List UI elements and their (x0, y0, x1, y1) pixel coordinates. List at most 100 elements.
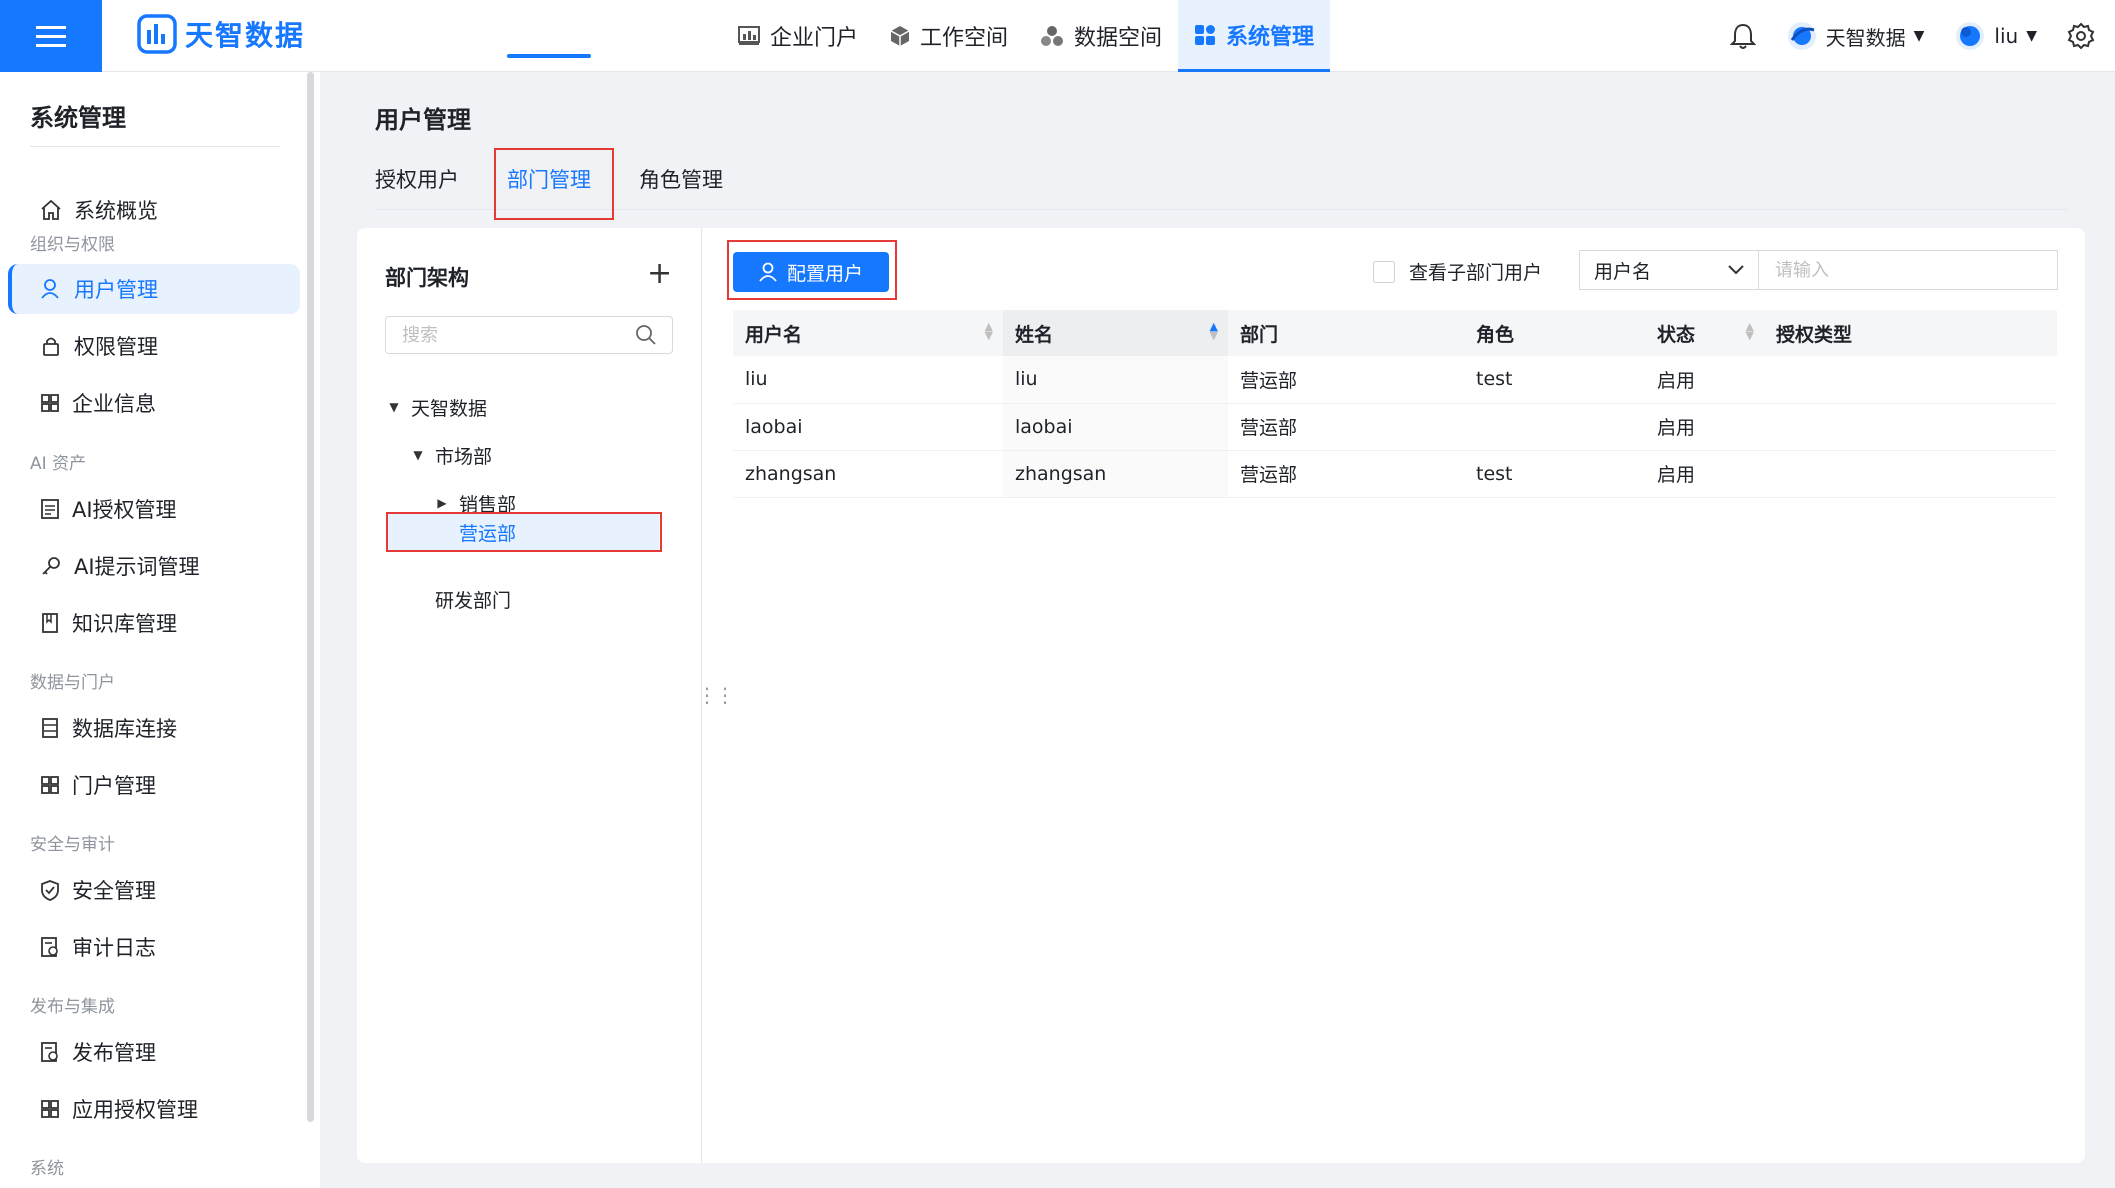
tab-authorized-users[interactable]: 授权用户 (375, 164, 459, 194)
sidebar-item-label: 企业信息 (72, 392, 156, 416)
tree-title: 部门架构 (385, 266, 469, 290)
cell-username: liu (733, 356, 1003, 404)
sidebar-item-overview[interactable]: 系统概览 (8, 185, 300, 235)
org-switcher[interactable]: 天智数据 ▼ (1786, 20, 1924, 52)
sidebar-item-ai-prompt[interactable]: AI提示词管理 (8, 541, 300, 591)
page-title: 用户管理 (375, 106, 471, 134)
tree-search-input[interactable] (385, 316, 673, 354)
table-row[interactable]: laobai laobai 营运部 启用 (733, 403, 2057, 451)
hamburger-icon (36, 26, 66, 47)
cube-icon (890, 26, 910, 46)
user-name: liu (1994, 24, 2019, 48)
org-name: 天智数据 (1825, 25, 1906, 50)
sidebar-item-app-auth[interactable]: 应用授权管理 (8, 1084, 300, 1134)
book-icon (42, 613, 58, 633)
cell-auth-type (1764, 450, 2057, 498)
sidebar-item-db-connection[interactable]: 数据库连接 (8, 703, 300, 753)
filter-value-input[interactable] (1758, 250, 2058, 290)
cell-role (1464, 403, 1645, 451)
highlight-box-tree-node (386, 512, 662, 552)
sidebar-item-audit-log[interactable]: 审计日志 (8, 922, 300, 972)
menu-toggle-button[interactable] (0, 0, 102, 72)
filter-field-select[interactable]: 用户名 (1579, 250, 1759, 290)
column-header-username[interactable]: 用户名 ▲ ▼ (733, 310, 1003, 356)
sidebar-group-label: AI 资产 (30, 454, 87, 474)
caret-down-icon: ▼ (2026, 28, 2037, 44)
sub-department-checkbox[interactable] (1373, 260, 1395, 283)
department-tree-pane: 部门架构 + ▼ 天智数据 ▼ 市场部 ▶ 销售部 营运部 研发部门 ⋮⋮ (357, 228, 735, 1163)
caret-expanded-icon[interactable]: ▼ (411, 448, 425, 462)
sidebar-item-permission[interactable]: 权限管理 (8, 321, 300, 371)
bell-icon[interactable] (1729, 22, 1756, 50)
sidebar-item-label: 审计日志 (72, 936, 156, 960)
database-icon (42, 718, 58, 738)
chart-icon (738, 26, 760, 45)
nav-item-portal[interactable]: 企业门户 (722, 0, 874, 72)
user-menu[interactable]: liu ▼ (1954, 20, 2037, 52)
sort-icon[interactable]: ▲ ▼ (1746, 321, 1754, 341)
caret-expanded-icon[interactable]: ▼ (387, 400, 401, 414)
column-header-status[interactable]: 状态 ▲ ▼ (1645, 310, 1764, 356)
tree-node-root[interactable]: ▼ 天智数据 (387, 387, 487, 427)
cell-name: zhangsan (1003, 450, 1228, 498)
nav-item-dataspace[interactable]: 数据空间 (1024, 0, 1178, 72)
logo-icon (137, 14, 177, 54)
cell-role: test (1464, 356, 1645, 404)
nav-item-system-admin[interactable]: 系统管理 (1178, 0, 1331, 72)
top-bar: 天智数据 企业门户 工作空间 数据空间 系统管理 天智数据 ▼ liu ▼ (0, 0, 2115, 72)
sidebar-item-label: 数据库连接 (72, 717, 177, 741)
sidebar-item-publish[interactable]: 发布管理 (8, 1027, 300, 1077)
sub-department-label: 查看子部门用户 (1409, 262, 1543, 284)
lock-icon (43, 337, 59, 356)
table-row[interactable]: liu liu 营运部 test 启用 (733, 356, 2057, 404)
drag-handle-icon[interactable]: ⋮⋮ (697, 683, 735, 707)
brand-logo[interactable]: 天智数据 (137, 14, 305, 54)
cell-username: zhangsan (733, 450, 1003, 498)
nav-label: 数据空间 (1074, 26, 1163, 51)
sidebar-item-label: AI授权管理 (72, 498, 177, 522)
sidebar-scrollbar[interactable] (307, 72, 314, 1122)
tab-bar: 授权用户 部门管理 角色管理 (375, 150, 2067, 210)
cell-name: laobai (1003, 403, 1228, 451)
add-department-icon[interactable]: + (647, 256, 672, 291)
tree-node-rnd[interactable]: 研发部门 (435, 579, 511, 619)
grid-icon (1195, 24, 1216, 45)
sidebar-item-security[interactable]: 安全管理 (8, 865, 300, 915)
sidebar-item-enterprise-info[interactable]: 企业信息 (8, 378, 300, 428)
sidebar-item-portal-management[interactable]: 门户管理 (8, 760, 300, 810)
column-header-department: 部门 (1228, 310, 1464, 356)
tab-role-management[interactable]: 角色管理 (639, 164, 723, 194)
org-avatar-icon (1787, 22, 1816, 50)
cell-role: test (1464, 450, 1645, 498)
user-avatar-icon (1956, 22, 1985, 50)
top-right-tools: 天智数据 ▼ liu ▼ (1729, 0, 2095, 72)
cell-status: 启用 (1645, 356, 1764, 404)
tree-node-marketing[interactable]: ▼ 市场部 (411, 435, 492, 475)
apps-icon (41, 776, 59, 794)
table-row[interactable]: zhangsan zhangsan 营运部 test 启用 (733, 450, 2057, 498)
active-tab-indicator (507, 54, 591, 58)
settings-gear-icon[interactable] (2067, 22, 2095, 50)
search-icon[interactable] (635, 324, 657, 346)
nav-item-workspace[interactable]: 工作空间 (874, 0, 1024, 72)
caret-collapsed-icon[interactable]: ▶ (435, 496, 449, 510)
user-table: 用户名 ▲ ▼ 姓名 ▲ ▼ 部门 角色 状态 ▲ ▼ 授权类型 liu liu 营运部 t… (733, 310, 2057, 498)
sort-icon[interactable]: ▲ ▼ (1210, 321, 1218, 341)
sort-icon[interactable]: ▲ ▼ (985, 321, 993, 341)
sidebar: 系统管理 系统概览 组织与权限 用户管理 权限管理 企业信息 AI 资产 AI授… (0, 72, 320, 1188)
cell-department: 营运部 (1228, 403, 1464, 451)
divider (30, 146, 280, 147)
chevron-down-icon (1728, 265, 1744, 275)
sub-department-filter[interactable]: 查看子部门用户 (1373, 258, 1542, 285)
sidebar-item-label: 应用授权管理 (72, 1098, 198, 1122)
sidebar-item-knowledge-base[interactable]: 知识库管理 (8, 598, 300, 648)
sidebar-item-user-management[interactable]: 用户管理 (8, 264, 300, 314)
sidebar-item-label: 门户管理 (72, 774, 156, 798)
home-icon (41, 199, 61, 220)
cell-name: liu (1003, 356, 1228, 404)
user-icon (41, 279, 59, 299)
publish-icon (41, 1042, 58, 1062)
top-nav: 企业门户 工作空间 数据空间 系统管理 (722, 0, 1331, 72)
column-header-name[interactable]: 姓名 ▲ ▼ (1003, 310, 1228, 356)
sidebar-item-ai-auth[interactable]: AI授权管理 (8, 484, 300, 534)
